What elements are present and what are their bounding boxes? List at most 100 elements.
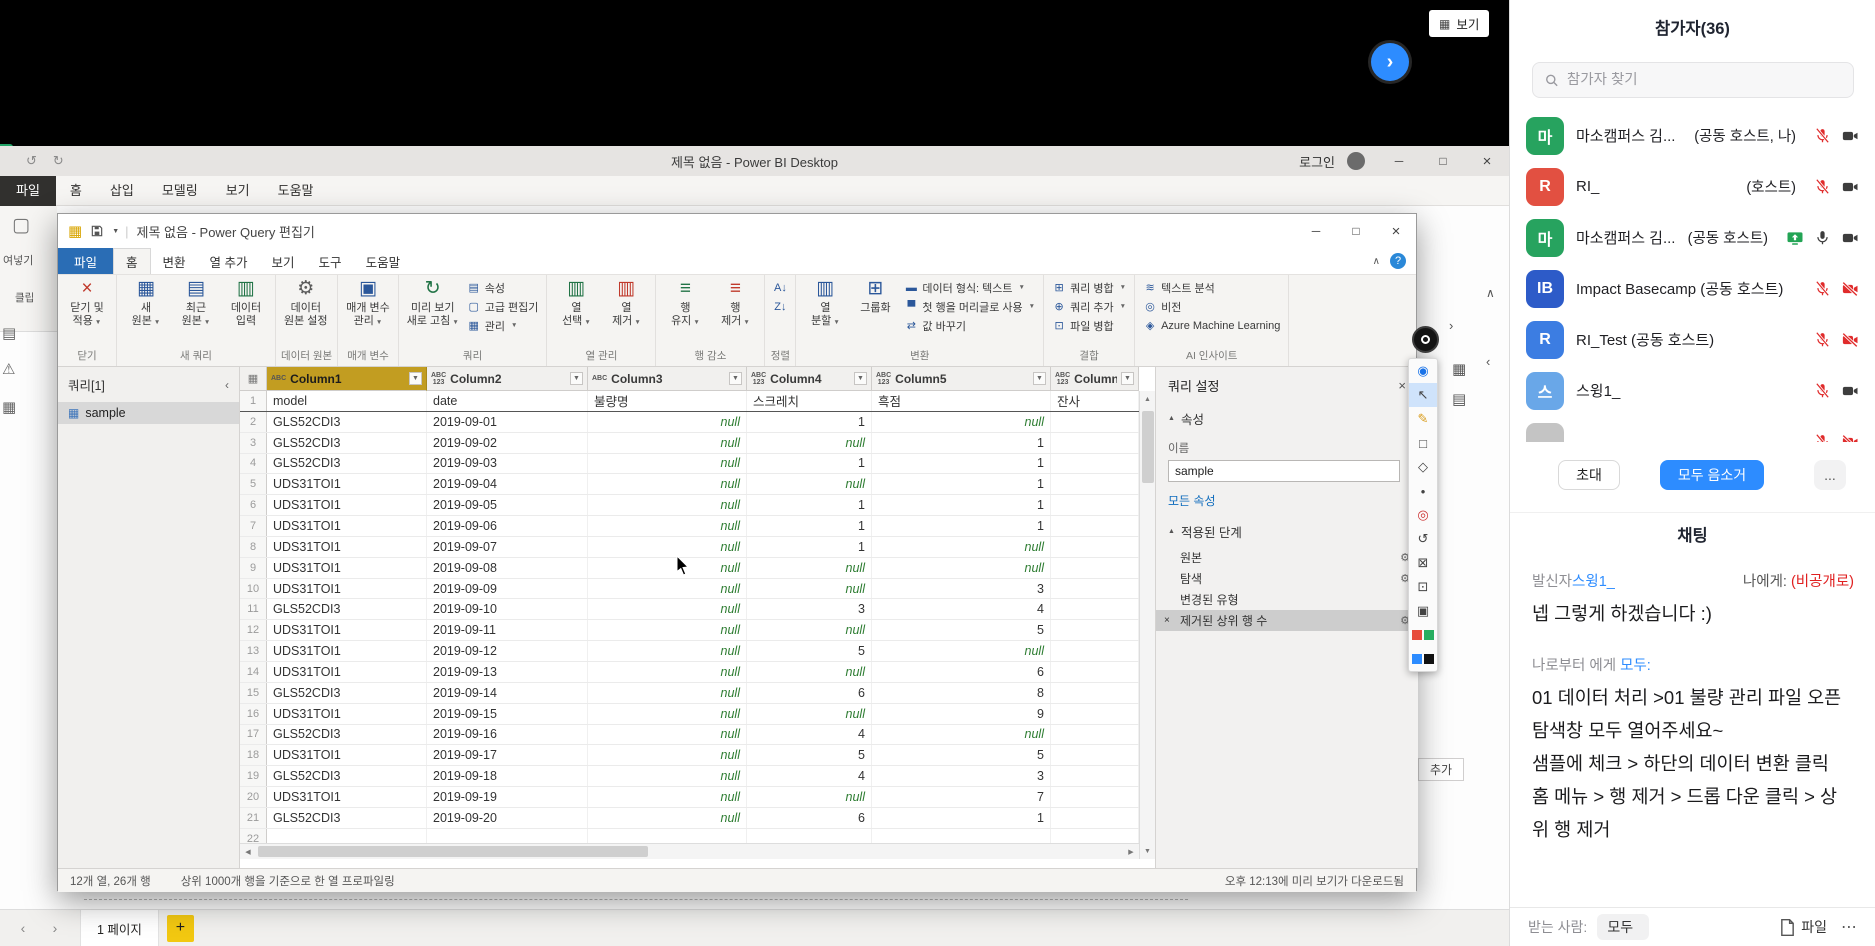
table-cell[interactable]: null [588, 745, 747, 765]
mute-all-button[interactable]: 모두 음소거 [1660, 460, 1764, 490]
table-cell[interactable]: 6 [747, 683, 872, 703]
participant-row[interactable]: 마마소캠퍼스 김...(공동 호스트) [1510, 212, 1875, 263]
applied-step-탐색[interactable]: 탐색⚙ [1156, 568, 1418, 589]
color-swatches[interactable] [1409, 623, 1437, 647]
scrollbar-thumb[interactable] [1142, 411, 1154, 483]
column-type-icon[interactable]: ABC123 [431, 372, 446, 386]
table-cell[interactable]: null [747, 704, 872, 724]
table-cell[interactable]: UDS31TOI1 [267, 579, 427, 599]
search-input[interactable] [1567, 72, 1841, 88]
table-cell[interactable]: UDS31TOI1 [267, 745, 427, 765]
sort-ascending-button[interactable]: A↓ [770, 278, 790, 297]
keep-rows-button[interactable]: ≡행 유지▼ [661, 277, 709, 330]
table-row[interactable]: 13UDS31TOI12019-09-12null5null [240, 641, 1139, 662]
table-cell[interactable]: 2019-09-01 [427, 412, 588, 432]
table-cell[interactable]: 3 [872, 766, 1051, 786]
table-cell[interactable]: null [588, 412, 747, 432]
help-icon[interactable]: ? [1390, 253, 1406, 269]
table-cell[interactable]: 잔사 [1051, 391, 1139, 411]
column-filter-icon[interactable]: ▼ [729, 372, 742, 385]
table-cell[interactable] [1051, 516, 1139, 536]
table-cell[interactable]: null [588, 808, 747, 828]
table-cell[interactable]: GLS52CDI3 [267, 412, 427, 432]
send-file-button[interactable]: 파일 [1780, 917, 1827, 937]
table-cell[interactable]: 1 [747, 495, 872, 515]
recipient-select[interactable]: 모두 [1597, 914, 1649, 940]
table-cell[interactable] [872, 829, 1051, 843]
redo-icon[interactable]: ↻ [53, 153, 64, 169]
merge-queries-button[interactable]: ⊞쿼리 병합▼ [1049, 278, 1129, 297]
table-row[interactable]: 10UDS31TOI12019-09-09nullnull3 [240, 579, 1139, 600]
table-cell[interactable]: UDS31TOI1 [267, 787, 427, 807]
view-button[interactable]: ▦ 보기 [1429, 10, 1489, 37]
pq-tab-file[interactable]: 파일 [58, 248, 113, 274]
scroll-left-icon[interactable]: ◀ [240, 844, 256, 860]
color-swatch[interactable] [1412, 654, 1422, 664]
page-next-icon[interactable]: › [46, 920, 64, 936]
tab-home[interactable]: 홈 [56, 176, 96, 206]
table-cell[interactable]: null [588, 474, 747, 494]
table-cell[interactable]: null [588, 620, 747, 640]
table-cell[interactable]: null [588, 558, 747, 578]
tab-view[interactable]: 보기 [212, 176, 264, 206]
table-cell[interactable]: UDS31TOI1 [267, 620, 427, 640]
combine-files-button[interactable]: ⊡파일 병합 [1049, 316, 1129, 335]
table-row[interactable]: 1modeldate불량명스크레치흑점잔사 [240, 391, 1139, 412]
table-row[interactable]: 15GLS52CDI32019-09-14null68 [240, 683, 1139, 704]
manage-parameters-button[interactable]: ▣매개 변수 관리▼ [343, 277, 393, 330]
column-type-icon[interactable]: ABC123 [751, 372, 766, 386]
table-cell[interactable]: 9 [872, 704, 1051, 724]
text-analytics-button[interactable]: ≋텍스트 분석 [1140, 278, 1283, 297]
table-cell[interactable]: 6 [747, 808, 872, 828]
expand-right-icon[interactable]: › [1449, 318, 1453, 333]
table-cell[interactable]: 2019-09-12 [427, 641, 588, 661]
eye-tool[interactable]: ◉ [1409, 359, 1437, 383]
participant-row[interactable]: RRI_Test (공동 호스트) [1510, 314, 1875, 365]
table-cell[interactable]: GLS52CDI3 [267, 433, 427, 453]
table-cell[interactable] [1051, 662, 1139, 682]
enter-data-button[interactable]: ▥데이터 입력 [222, 277, 270, 329]
table-cell[interactable]: null [588, 662, 747, 682]
table-cell[interactable]: null [588, 766, 747, 786]
applied-step-원본[interactable]: 원본⚙ [1156, 547, 1418, 568]
table-row[interactable]: 19GLS52CDI32019-09-18null43 [240, 766, 1139, 787]
minimize-button[interactable]: ─ [1377, 146, 1421, 176]
use-first-row-as-headers-button[interactable]: ▀첫 행을 머리글로 사용▼ [901, 297, 1038, 316]
expand-panel-button[interactable]: › [1371, 43, 1409, 81]
table-cell[interactable]: 2019-09-08 [427, 558, 588, 578]
pq-minimize-button[interactable]: ─ [1296, 214, 1336, 248]
table-cell[interactable] [747, 829, 872, 843]
replace-values-button[interactable]: ⇄값 바꾸기 [901, 316, 1038, 335]
table-cell[interactable] [588, 829, 747, 843]
tab-help[interactable]: 도움말 [264, 176, 328, 206]
table-cell[interactable]: null [588, 683, 747, 703]
table-cell[interactable]: 6 [872, 662, 1051, 682]
table-cell[interactable]: UDS31TOI1 [267, 558, 427, 578]
delete-step-icon[interactable]: × [1164, 615, 1170, 626]
table-cell[interactable] [1051, 683, 1139, 703]
column-filter-icon[interactable]: ▼ [1121, 372, 1134, 385]
chat-more-icon[interactable]: ⋯ [1841, 917, 1857, 937]
undo-icon[interactable]: ↺ [26, 153, 37, 169]
table-row[interactable]: 21GLS52CDI32019-09-20null61 [240, 808, 1139, 829]
column-type-icon[interactable]: ABC123 [1055, 372, 1070, 386]
table-cell[interactable]: null [747, 787, 872, 807]
table-cell[interactable] [1051, 495, 1139, 515]
table-row[interactable]: 11GLS52CDI32019-09-10null34 [240, 599, 1139, 620]
table-cell[interactable]: null [747, 474, 872, 494]
table-cell[interactable] [1051, 745, 1139, 765]
table-cell[interactable] [1051, 433, 1139, 453]
table-cell[interactable]: GLS52CDI3 [267, 599, 427, 619]
visualizations-icon[interactable]: ▦ [1452, 360, 1466, 378]
table-row[interactable]: 12UDS31TOI12019-09-11nullnull5 [240, 620, 1139, 641]
table-cell[interactable]: 흑점 [872, 391, 1051, 411]
table-cell[interactable]: null [588, 725, 747, 745]
table-cell[interactable]: UDS31TOI1 [267, 704, 427, 724]
column-filter-icon[interactable]: ▼ [854, 372, 867, 385]
pq-tab-home[interactable]: 홈 [113, 248, 151, 274]
split-column-button[interactable]: ▥열 분할▼ [801, 277, 849, 330]
all-properties-link[interactable]: 모든 속성 [1168, 492, 1216, 509]
undo-tool[interactable]: ↺ [1409, 527, 1437, 551]
table-cell[interactable]: UDS31TOI1 [267, 516, 427, 536]
table-row[interactable]: 4GLS52CDI32019-09-03null11 [240, 454, 1139, 475]
